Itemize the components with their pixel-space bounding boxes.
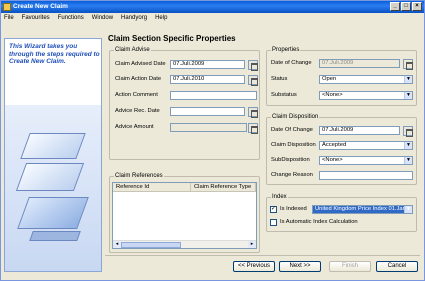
claim-advise-group: Claim Advise Claim Advised Date 07.Juli.… xyxy=(109,47,260,160)
menu-functions[interactable]: Functions xyxy=(58,13,84,23)
section-title: Claim Section Specific Properties xyxy=(108,34,236,43)
next-button[interactable]: Next >> xyxy=(279,261,321,272)
claim-disposition-select[interactable]: Accepted ▼ xyxy=(319,141,413,150)
document-card-icon xyxy=(15,163,85,191)
menu-window[interactable]: Window xyxy=(92,13,113,23)
cancel-button[interactable]: Cancel xyxy=(376,261,418,272)
document-card-icon xyxy=(20,133,86,159)
menu-help[interactable]: Help xyxy=(155,13,167,23)
horizontal-scrollbar[interactable]: ◂ ▸ xyxy=(113,240,256,248)
column-header-claim-reference-type[interactable]: Claim Reference Type xyxy=(191,183,256,192)
scroll-right-icon[interactable]: ▸ xyxy=(248,241,256,248)
date-of-change-label: Date of Change xyxy=(271,60,312,66)
auto-index-calculation-checkbox[interactable] xyxy=(270,219,277,226)
claim-disposition-group: Claim Disposition Date Of Change 07.Juli… xyxy=(266,114,417,185)
claim-action-date-label: Claim Action Date xyxy=(115,76,162,82)
chevron-down-icon[interactable]: ▼ xyxy=(404,142,412,149)
close-button[interactable]: × xyxy=(412,2,422,11)
index-title: Index xyxy=(271,194,288,201)
action-comment-label: Action Comment xyxy=(115,92,158,98)
scroll-left-icon[interactable]: ◂ xyxy=(113,241,121,248)
status-value: Open xyxy=(322,76,337,82)
properties-group: Properties Date of Change 07.Juli.2009 S… xyxy=(266,47,417,106)
claim-advise-title: Claim Advise xyxy=(114,47,151,54)
scrollbar-thumb[interactable] xyxy=(121,242,181,248)
menu-favourites[interactable]: Favourites xyxy=(22,13,50,23)
is-indexed-checkbox[interactable]: ✓ xyxy=(270,206,277,213)
is-indexed-label: Is Indexed xyxy=(280,206,307,212)
window-title: Create New Claim xyxy=(13,3,68,10)
finish-button[interactable]: Finish xyxy=(329,261,371,272)
date-of-change-input[interactable]: 07.Juli.2009 xyxy=(319,59,400,68)
create-claim-window: Create New Claim _ □ × File Favourites F… xyxy=(0,0,425,281)
subdisposition-label: SubDisposition xyxy=(271,157,310,163)
substatus-label: Substatus xyxy=(271,92,297,98)
status-select[interactable]: Open ▼ xyxy=(319,75,413,84)
wizard-description: This Wizard takes you through the steps … xyxy=(9,43,100,65)
document-card-icon xyxy=(29,231,81,241)
substatus-value: <None> xyxy=(322,92,343,98)
column-header-reference-id[interactable]: Reference Id xyxy=(113,183,191,192)
currency-button[interactable] xyxy=(248,123,258,134)
advice-rec-date-input[interactable] xyxy=(170,107,245,116)
change-reason-label: Change Reason xyxy=(271,172,313,178)
wizard-illustration xyxy=(5,105,101,271)
properties-title: Properties xyxy=(271,47,301,54)
disposition-date-of-change-label: Date Of Change xyxy=(271,127,313,133)
calendar-icon[interactable] xyxy=(248,75,258,86)
change-reason-input[interactable] xyxy=(319,171,413,180)
advice-amount-input[interactable] xyxy=(170,123,247,132)
index-value: United Kingdom Price Index 01.Jan xyxy=(315,206,406,212)
subdisposition-value: <None> xyxy=(322,157,343,163)
substatus-select[interactable]: <None> ▼ xyxy=(319,91,413,100)
calendar-icon[interactable] xyxy=(403,59,413,70)
subdisposition-select[interactable]: <None> ▼ xyxy=(319,156,413,165)
previous-button[interactable]: << Previous xyxy=(233,261,275,272)
menu-bar: File Favourites Functions Window Handyor… xyxy=(1,13,424,23)
claim-disposition-value: Accepted xyxy=(322,142,347,148)
claim-disposition-title: Claim Disposition xyxy=(271,114,320,121)
advice-rec-date-label: Advice Rec. Date xyxy=(115,108,160,114)
status-label: Status xyxy=(271,76,288,82)
maximize-button[interactable]: □ xyxy=(401,2,411,11)
chevron-down-icon[interactable]: ▼ xyxy=(404,206,412,213)
footer-separator xyxy=(105,255,420,256)
index-select[interactable]: United Kingdom Price Index 01.Jan ▼ xyxy=(312,205,413,214)
calendar-icon[interactable] xyxy=(248,107,258,118)
chevron-down-icon[interactable]: ▼ xyxy=(404,92,412,99)
claim-disposition-label: Claim Disposition xyxy=(271,142,316,148)
chevron-down-icon[interactable]: ▼ xyxy=(404,157,412,164)
document-card-icon xyxy=(17,197,89,229)
auto-index-calculation-label: Is Automatic Index Calculation xyxy=(280,219,358,225)
menu-file[interactable]: File xyxy=(4,13,14,23)
minimize-button[interactable]: _ xyxy=(390,2,400,11)
claim-references-title: Claim References xyxy=(114,173,164,180)
wizard-sidebar: This Wizard takes you through the steps … xyxy=(4,38,102,272)
claim-action-date-input[interactable]: 07.Juli.2010 xyxy=(170,75,245,84)
claim-advised-date-input[interactable]: 07.Juli.2009 xyxy=(170,60,245,69)
disposition-date-of-change-input[interactable]: 07.Juli.2009 xyxy=(319,126,400,135)
claim-references-table[interactable]: Reference Id Claim Reference Type ◂ ▸ xyxy=(112,182,257,249)
chevron-down-icon[interactable]: ▼ xyxy=(404,76,412,83)
app-icon xyxy=(3,3,11,11)
calendar-icon[interactable] xyxy=(403,126,413,137)
calendar-icon[interactable] xyxy=(248,60,258,71)
advice-amount-label: Advice Amount xyxy=(115,124,154,130)
claim-advised-date-label: Claim Advised Date xyxy=(115,61,166,67)
title-bar: Create New Claim _ □ × xyxy=(1,1,424,13)
action-comment-input[interactable] xyxy=(170,91,257,100)
index-group: Index ✓ Is Indexed United Kingdom Price … xyxy=(266,194,417,232)
menu-handyorg[interactable]: Handyorg xyxy=(121,13,147,23)
